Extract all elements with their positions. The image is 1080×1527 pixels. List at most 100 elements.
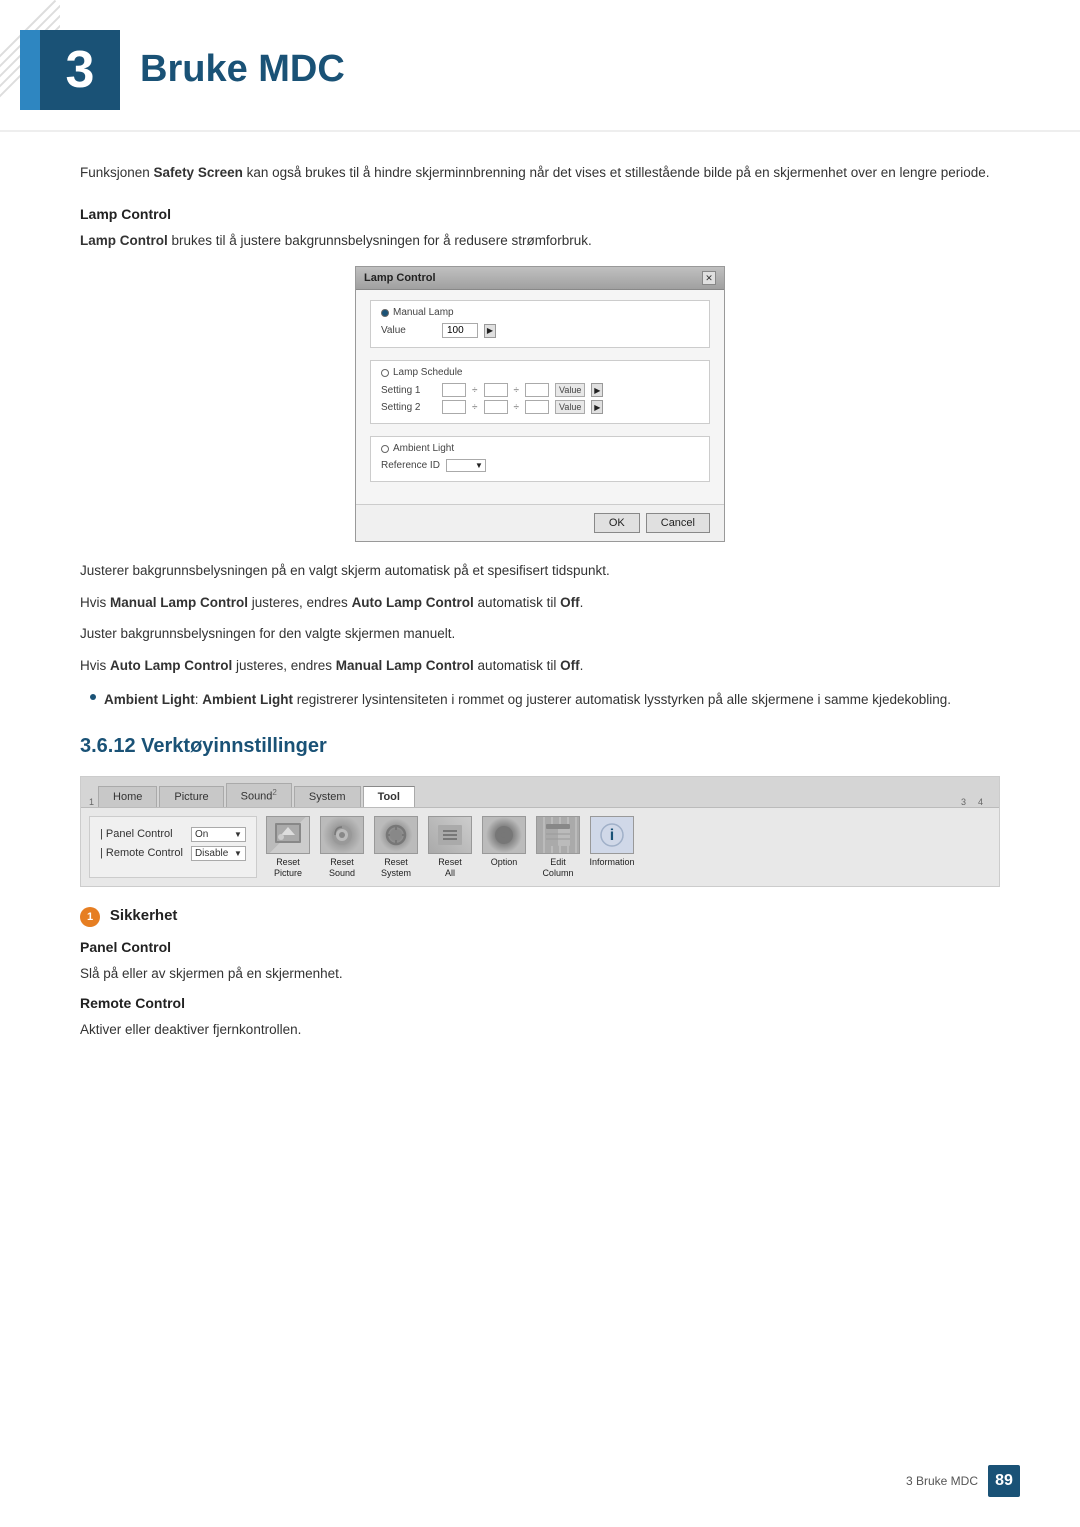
option-icon — [482, 816, 526, 854]
tool-right-panel: ResetPicture ResetSound — [263, 816, 991, 879]
lamp-schedule-section: Lamp Schedule Setting 1 ÷ ÷ Value ▶ Sett… — [370, 360, 710, 424]
tool-ui-container: 1 Home Picture Sound2 System Tool 3 4 | … — [80, 776, 1000, 887]
edit-col-svg — [543, 821, 573, 849]
value-row: Value ▶ — [381, 323, 699, 338]
tab-system[interactable]: System — [294, 786, 361, 807]
option-btn[interactable]: Option — [479, 816, 529, 868]
sikkerhet-section: 1 Sikkerhet — [80, 907, 1000, 927]
lamp-control-dialog-container: Lamp Control ✕ Manual Lamp Value ▶ — [80, 266, 1000, 542]
note3: Juster bakgrunnsbelysningen for den valg… — [80, 623, 1000, 645]
reset-system-label: ResetSystem — [381, 857, 411, 879]
tab-sound[interactable]: Sound2 — [226, 783, 292, 807]
tab-number-4: 4 — [978, 797, 983, 807]
reset-all-btn[interactable]: ResetAll — [425, 816, 475, 879]
option-label: Option — [491, 857, 518, 868]
value-input[interactable] — [442, 323, 478, 338]
footer-page-number: 89 — [988, 1465, 1020, 1497]
chapter-number-box: 3 — [40, 30, 120, 110]
option-svg — [489, 821, 519, 849]
reference-id-dropdown[interactable]: ▼ — [446, 459, 486, 472]
setting2-h[interactable] — [442, 400, 466, 414]
setting1-h[interactable] — [442, 383, 466, 397]
remote-control-heading: Remote Control — [80, 995, 1000, 1011]
chapter-title: Bruke MDC — [140, 30, 345, 91]
manual-lamp-label: Manual Lamp — [381, 307, 699, 318]
reset-sound-svg — [327, 821, 357, 849]
setting2-s[interactable] — [525, 400, 549, 414]
setting2-m[interactable] — [484, 400, 508, 414]
info-svg: i — [597, 821, 627, 849]
tab-number-3: 3 — [961, 797, 966, 807]
edit-column-btn[interactable]: EditColumn — [533, 816, 583, 879]
panel-control-row: | Panel Control On ▼ — [100, 827, 246, 842]
setting2-label: Setting 2 — [381, 402, 436, 413]
tab-home[interactable]: Home — [98, 786, 157, 807]
setting1-row: Setting 1 ÷ ÷ Value ▶ — [381, 383, 699, 397]
dialog-title: Lamp Control — [364, 272, 436, 284]
manual-lamp-radio[interactable] — [381, 309, 389, 317]
panel-control-dropdown[interactable]: On ▼ — [191, 827, 246, 842]
reset-all-label: ResetAll — [438, 857, 462, 879]
manual-lamp-section: Manual Lamp Value ▶ — [370, 300, 710, 348]
reset-all-icon — [428, 816, 472, 854]
intro-text: Funksjonen Safety Screen kan også brukes… — [80, 162, 1000, 184]
bullet-text: Ambient Light: Ambient Light registrerer… — [104, 689, 951, 711]
note2: Hvis Manual Lamp Control justeres, endre… — [80, 592, 1000, 614]
main-content: Funksjonen Safety Screen kan også brukes… — [0, 162, 1080, 1041]
setting1-m[interactable] — [484, 383, 508, 397]
page-header: 3 Bruke MDC — [0, 0, 1080, 132]
panel-control-label: | Panel Control — [100, 828, 173, 840]
reference-id-row: Reference ID ▼ — [381, 459, 699, 472]
information-label: Information — [589, 857, 634, 868]
reset-sound-label: ResetSound — [329, 857, 355, 879]
remote-control-label: | Remote Control — [100, 847, 183, 859]
setting2-arrow[interactable]: ▶ — [591, 400, 603, 414]
setting1-s[interactable] — [525, 383, 549, 397]
panel-control-text: Slå på eller av skjermen på en skjermenh… — [80, 963, 1000, 985]
section-3612-heading: 3.6.12 Verktøyinnstillinger — [80, 735, 1000, 758]
cancel-button[interactable]: Cancel — [646, 513, 710, 533]
tab-tool[interactable]: Tool — [363, 786, 415, 807]
tool-content-area: | Panel Control On ▼ | Remote Control Di… — [81, 808, 999, 887]
ok-button[interactable]: OK — [594, 513, 640, 533]
sikkerhet-badge: 1 — [80, 907, 100, 927]
reset-picture-icon — [266, 816, 310, 854]
information-btn[interactable]: i Information — [587, 816, 637, 868]
dialog-titlebar: Lamp Control ✕ — [356, 267, 724, 290]
lamp-control-description: Lamp Control brukes til å justere bakgru… — [80, 230, 1000, 252]
reset-sound-icon — [320, 816, 364, 854]
reset-system-icon — [374, 816, 418, 854]
reset-sound-btn[interactable]: ResetSound — [317, 816, 367, 879]
page-footer: 3 Bruke MDC 89 — [906, 1465, 1020, 1497]
dialog-footer: OK Cancel — [356, 504, 724, 541]
reset-picture-btn[interactable]: ResetPicture — [263, 816, 313, 879]
setting2-row: Setting 2 ÷ ÷ Value ▶ — [381, 400, 699, 414]
reset-system-svg — [381, 821, 411, 849]
value-arrow-btn[interactable]: ▶ — [484, 324, 496, 338]
remote-control-dropdown[interactable]: Disable ▼ — [191, 846, 246, 861]
setting1-arrow[interactable]: ▶ — [591, 383, 603, 397]
dialog-body: Manual Lamp Value ▶ Lamp Schedule — [356, 290, 724, 504]
information-icon: i — [590, 816, 634, 854]
panel-control-heading: Panel Control — [80, 939, 1000, 955]
ambient-light-radio[interactable] — [381, 445, 389, 453]
setting1-value: Value — [555, 383, 585, 397]
lamp-schedule-radio[interactable] — [381, 369, 389, 377]
note4: Hvis Auto Lamp Control justeres, endres … — [80, 655, 1000, 677]
lamp-control-heading: Lamp Control — [80, 206, 1000, 222]
lamp-schedule-label: Lamp Schedule — [381, 367, 699, 378]
reference-id-label: Reference ID — [381, 460, 440, 471]
edit-column-label: EditColumn — [542, 857, 573, 879]
reset-all-svg — [435, 821, 465, 849]
reset-system-btn[interactable]: ResetSystem — [371, 816, 421, 879]
ambient-light-bullet: Ambient Light: Ambient Light registrerer… — [80, 689, 1000, 711]
setting2-value: Value — [555, 400, 585, 414]
tool-left-panel: | Panel Control On ▼ | Remote Control Di… — [89, 816, 257, 879]
ambient-light-section: Ambient Light Reference ID ▼ — [370, 436, 710, 482]
tool-tabs-bar: 1 Home Picture Sound2 System Tool 3 4 — [81, 777, 999, 808]
svg-text:i: i — [610, 827, 614, 844]
tab-number-1: 1 — [89, 797, 94, 807]
tab-picture[interactable]: Picture — [159, 786, 223, 807]
bullet-dot — [90, 694, 96, 700]
dialog-close-button[interactable]: ✕ — [702, 271, 716, 285]
